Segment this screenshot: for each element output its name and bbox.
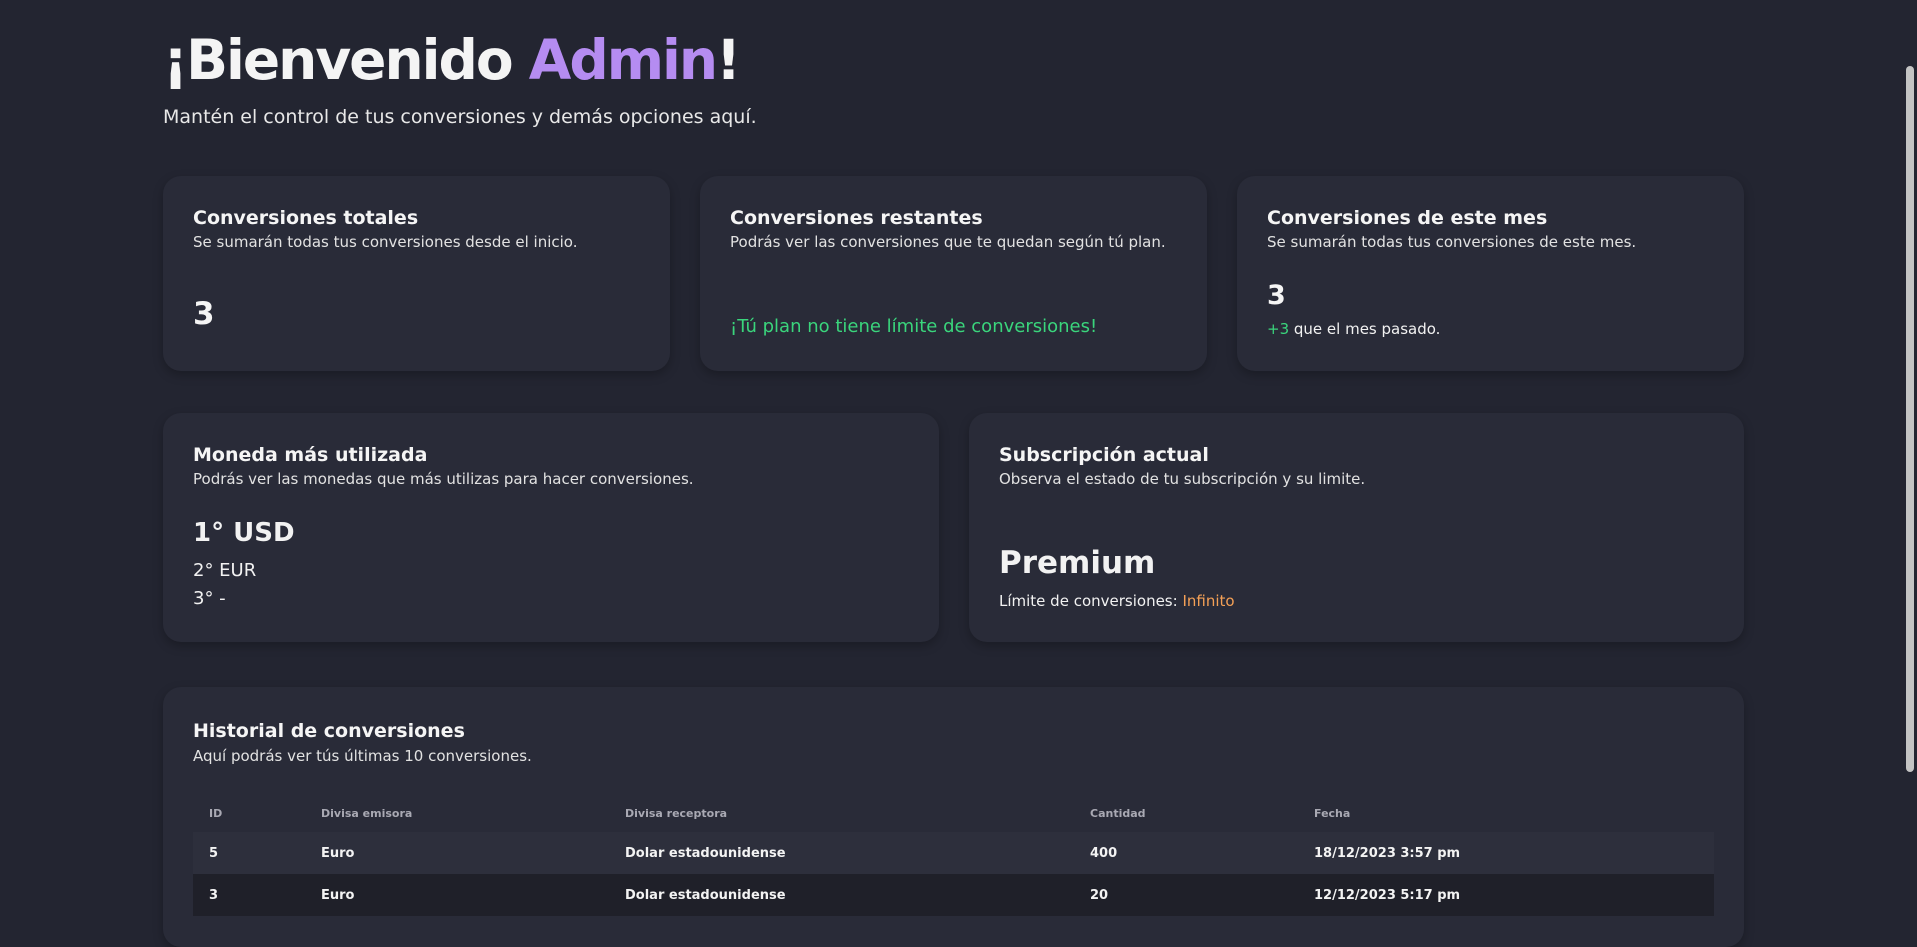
cell-id: 3 [193,874,305,916]
greeting-suffix: ! [716,28,741,92]
currency-rank-2: 2° EUR [193,560,257,581]
conversion-history-card: Historial de conversiones Aquí podrás ve… [163,687,1744,947]
column-header-amount: Cantidad [1090,806,1146,820]
card-title: Moneda más utilizada [193,444,428,466]
greeting-prefix: ¡Bienvenido [163,28,529,92]
cell-amount: 20 [1074,874,1298,916]
column-header-target-currency: Divisa receptora [625,806,728,820]
column-header-source-currency: Divisa emisora [321,806,413,820]
card-title: Conversiones de este mes [1267,207,1548,229]
month-comparison: +3 que el mes pasado. [1267,320,1440,338]
subscription-plan: Premium [999,545,1156,581]
cell-date: 12/12/2023 5:17 pm [1298,874,1714,916]
card-description: Observa el estado de tu subscripción y s… [999,470,1366,488]
month-conversions-value: 3 [1267,280,1286,311]
page-scrollbar[interactable] [1900,0,1917,907]
cell-target-currency: Dolar estadounidense [609,874,1074,916]
cell-source-currency: Euro [305,874,609,916]
cell-date: 18/12/2023 3:57 pm [1298,832,1714,874]
card-description: Aquí podrás ver tús últimas 10 conversio… [193,747,532,765]
total-conversions-card: Conversiones totales Se sumarán todas tu… [163,176,670,371]
user-name: Admin [528,28,718,92]
column-header-date: Fecha [1314,806,1351,820]
card-description: Podrás ver las conversiones que te queda… [730,233,1166,251]
limit-value: Infinito [1182,592,1235,610]
column-header-id: ID [209,806,223,820]
subscription-card: Subscripción actual Observa el estado de… [969,413,1744,642]
currency-rank-3: 3° - [193,588,226,609]
month-delta: +3 [1267,320,1290,338]
table-header-row: ID Divisa emisora Divisa receptora Canti… [193,794,1714,832]
card-description: Se sumarán todas tus conversiones de est… [1267,233,1637,251]
welcome-heading: ¡Bienvenido Admin! [163,28,741,92]
cell-amount: 400 [1074,832,1298,874]
month-conversions-card: Conversiones de este mes Se sumarán toda… [1237,176,1744,371]
top-currency-card: Moneda más utilizada Podrás ver las mone… [163,413,939,642]
total-conversions-value: 3 [193,296,215,332]
card-title: Historial de conversiones [193,720,465,742]
welcome-subtitle: Mantén el control de tus conversiones y … [163,106,757,128]
cell-id: 5 [193,832,305,874]
scrollbar-thumb[interactable] [1906,66,1914,772]
currency-rank-1: 1° USD [193,518,295,548]
card-title: Conversiones restantes [730,207,983,229]
month-delta-text: que el mes pasado. [1289,320,1441,338]
cell-target-currency: Dolar estadounidense [609,832,1074,874]
card-title: Subscripción actual [999,444,1209,466]
remaining-conversions-card: Conversiones restantes Podrás ver las co… [700,176,1207,371]
table-row: 3 Euro Dolar estadounidense 20 12/12/202… [193,874,1714,916]
cell-source-currency: Euro [305,832,609,874]
card-description: Se sumarán todas tus conversiones desde … [193,233,578,251]
history-table: ID Divisa emisora Divisa receptora Canti… [193,794,1714,916]
table-row: 5 Euro Dolar estadounidense 400 18/12/20… [193,832,1714,874]
card-description: Podrás ver las monedas que más utilizas … [193,470,694,488]
subscription-limit: Límite de conversiones: Infinito [999,592,1235,610]
unlimited-message: ¡Tú plan no tiene límite de conversiones… [730,316,1098,337]
limit-label: Límite de conversiones: [999,592,1183,610]
card-title: Conversiones totales [193,207,419,229]
